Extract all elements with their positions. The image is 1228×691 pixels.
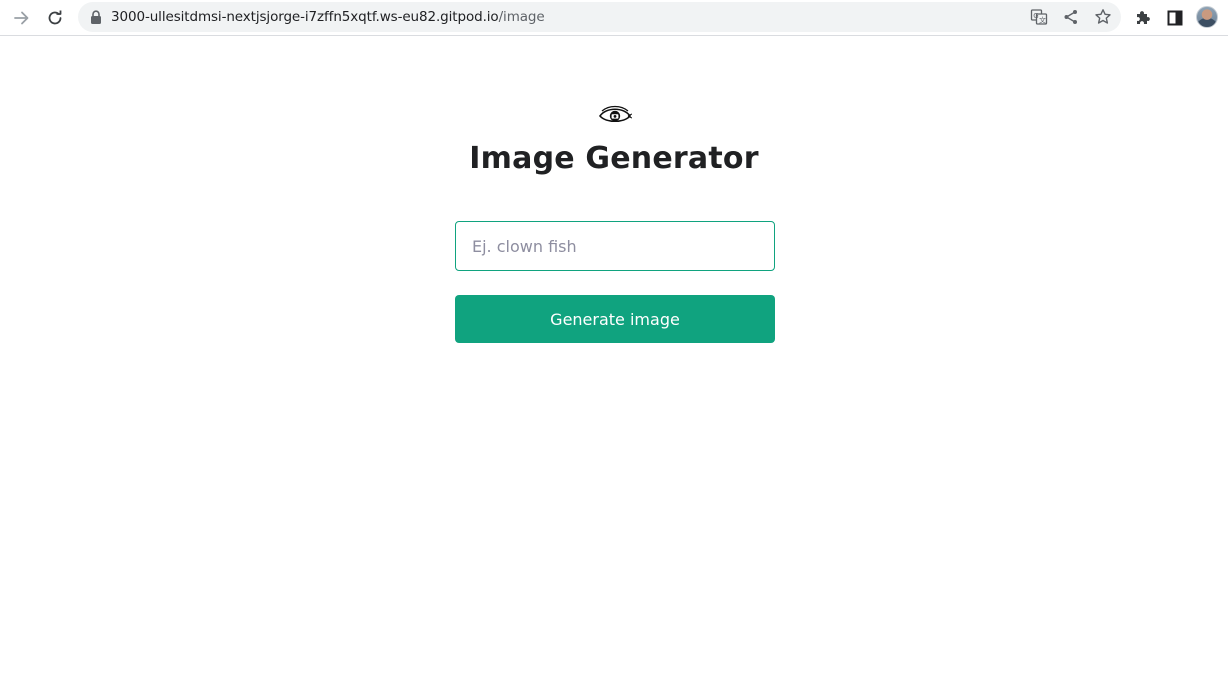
url-host: 3000-ullesitdmsi-nextjsjorge-i7zffn5xqtf… (111, 9, 499, 25)
url-path: /image (498, 9, 545, 25)
bookmark-button[interactable] (1093, 7, 1113, 27)
lock-icon[interactable] (90, 10, 102, 24)
eye-icon (598, 105, 632, 123)
browser-toolbar: 3000-ullesitdmsi-nextjsjorge-i7zffn5xqtf… (0, 0, 1228, 36)
side-panel-button[interactable] (1161, 4, 1189, 32)
avatar[interactable] (1196, 6, 1218, 28)
generate-image-button[interactable]: Generate image (455, 295, 775, 343)
reload-button[interactable] (41, 4, 69, 32)
share-icon (1064, 10, 1077, 24)
translate-button[interactable]: G 文 (1029, 7, 1049, 27)
svg-text:G: G (1033, 12, 1038, 20)
share-button[interactable] (1061, 7, 1081, 27)
url-text[interactable]: 3000-ullesitdmsi-nextjsjorge-i7zffn5xqtf… (111, 9, 545, 25)
prompt-input[interactable] (455, 221, 775, 271)
extensions-button[interactable] (1129, 4, 1157, 32)
svg-text:文: 文 (1039, 15, 1046, 24)
translate-icon: G 文 (1030, 9, 1048, 25)
side-panel-icon (1167, 10, 1183, 26)
star-icon (1095, 9, 1111, 24)
forward-button[interactable] (8, 4, 36, 32)
puzzle-icon (1137, 11, 1150, 24)
page-title: Image Generator (469, 141, 759, 176)
address-bar[interactable]: 3000-ullesitdmsi-nextjsjorge-i7zffn5xqtf… (78, 2, 1121, 32)
arrow-forward-icon (14, 11, 29, 25)
reload-icon (48, 10, 62, 25)
